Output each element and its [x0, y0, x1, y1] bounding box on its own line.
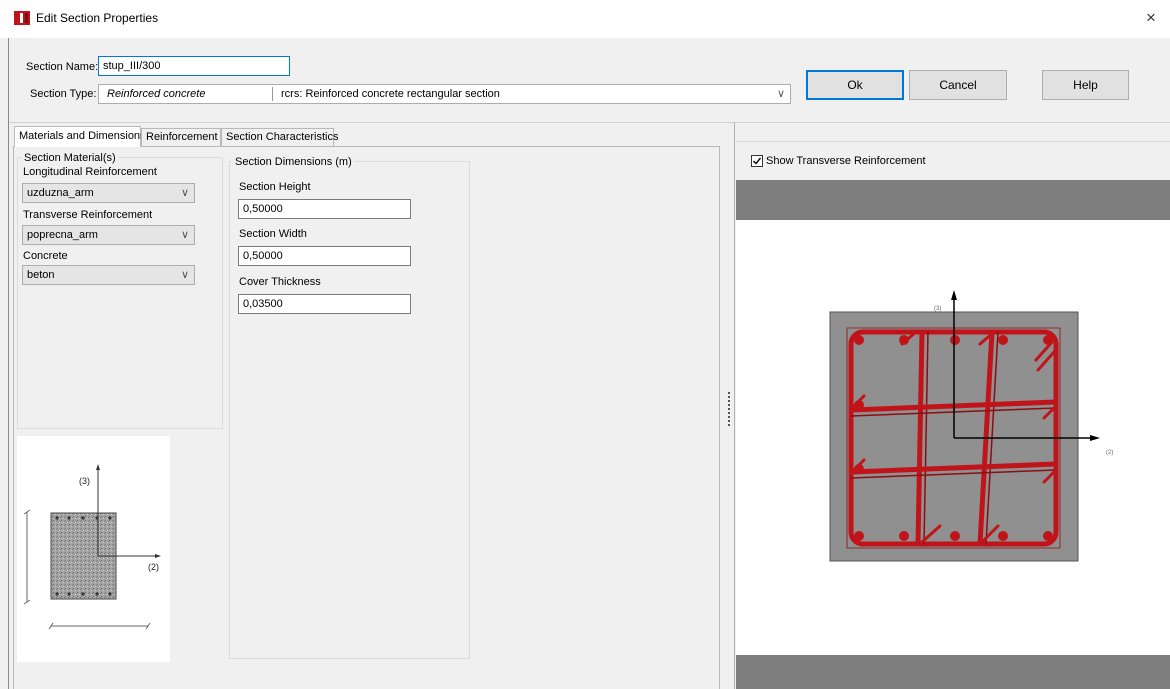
combo-column-divider	[272, 87, 273, 101]
section-type-label: Section Type:	[30, 88, 97, 100]
ok-button[interactable]: Ok	[806, 70, 904, 100]
section-type-dropdown[interactable]: Reinforced concrete rcrs: Reinforced con…	[98, 84, 791, 104]
concrete-label: Concrete	[23, 250, 68, 262]
chevron-down-icon: ∨	[180, 229, 189, 241]
preview-axis-2-label: (2)	[1106, 450, 1113, 456]
section-name-input[interactable]: stup_III/300	[98, 56, 290, 76]
preview-axis-3-label: (3)	[934, 306, 941, 312]
section-preview-canvas: (3) (2)	[736, 220, 1170, 655]
cover-thickness-label: Cover Thickness	[239, 276, 321, 288]
longitudinal-reinforcement-value: uzduzna_arm	[27, 187, 94, 199]
section-type-description: rcrs: Reinforced concrete rectangular se…	[281, 88, 500, 100]
help-button[interactable]: Help	[1042, 70, 1129, 100]
preview-bottom-band	[736, 655, 1170, 689]
section-height-input[interactable]: 0,50000	[238, 199, 411, 219]
section-height-label: Section Height	[239, 181, 311, 193]
section-properties-app-icon	[14, 11, 30, 25]
transverse-reinforcement-value: poprecna_arm	[27, 229, 98, 241]
longitudinal-reinforcement-dropdown[interactable]: uzduzna_arm ∨	[22, 183, 195, 203]
show-transverse-reinforcement-label[interactable]: Show Transverse Reinforcement	[766, 155, 926, 167]
section-preview-svg: (3) (2)	[829, 290, 1113, 562]
thumbnail-axis-2-label: (2)	[148, 562, 159, 572]
window-left-border	[8, 38, 9, 689]
tab-reinforcement[interactable]: Reinforcement	[141, 128, 221, 146]
title-bar	[0, 0, 1170, 38]
tab-materials-and-dimensions[interactable]: Materials and Dimensions	[14, 126, 146, 147]
window-title: Edit Section Properties	[36, 11, 159, 25]
preview-top-band	[736, 180, 1170, 220]
concrete-value: beton	[27, 269, 55, 281]
chevron-down-icon: ∨	[776, 88, 785, 100]
chevron-down-icon: ∨	[180, 269, 189, 281]
concrete-dropdown[interactable]: beton ∨	[22, 265, 195, 285]
cover-thickness-input[interactable]: 0,03500	[238, 294, 411, 314]
transverse-reinforcement-dropdown[interactable]: poprecna_arm ∨	[22, 225, 195, 245]
tab-section-characteristics[interactable]: Section Characteristics	[221, 128, 339, 146]
thumbnail-axis-3-label: (3)	[79, 476, 90, 486]
section-dimensions-title: Section Dimensions (m)	[233, 156, 354, 168]
close-icon[interactable]: ×	[1146, 8, 1156, 28]
splitter-edge	[734, 123, 735, 689]
section-width-label: Section Width	[239, 228, 307, 240]
cancel-button[interactable]: Cancel	[909, 70, 1007, 100]
section-diagram-thumbnail: (3) (2)	[17, 436, 170, 662]
section-name-label: Section Name:	[26, 61, 99, 73]
section-width-input[interactable]: 0,50000	[238, 246, 411, 266]
section-materials-title: Section Material(s)	[22, 152, 118, 164]
header-separator	[9, 122, 1170, 123]
transverse-reinforcement-label: Transverse Reinforcement	[23, 209, 153, 221]
checkbox-checked-icon[interactable]	[751, 155, 763, 167]
checkmark-glyph	[753, 157, 762, 165]
chevron-down-icon: ∨	[180, 187, 189, 199]
section-type-value: Reinforced concrete	[107, 88, 206, 100]
longitudinal-reinforcement-label: Longitudinal Reinforcement	[23, 166, 157, 178]
section-diagram-svg: (3) (2)	[23, 464, 161, 630]
splitter-grip-icon[interactable]	[728, 392, 730, 426]
